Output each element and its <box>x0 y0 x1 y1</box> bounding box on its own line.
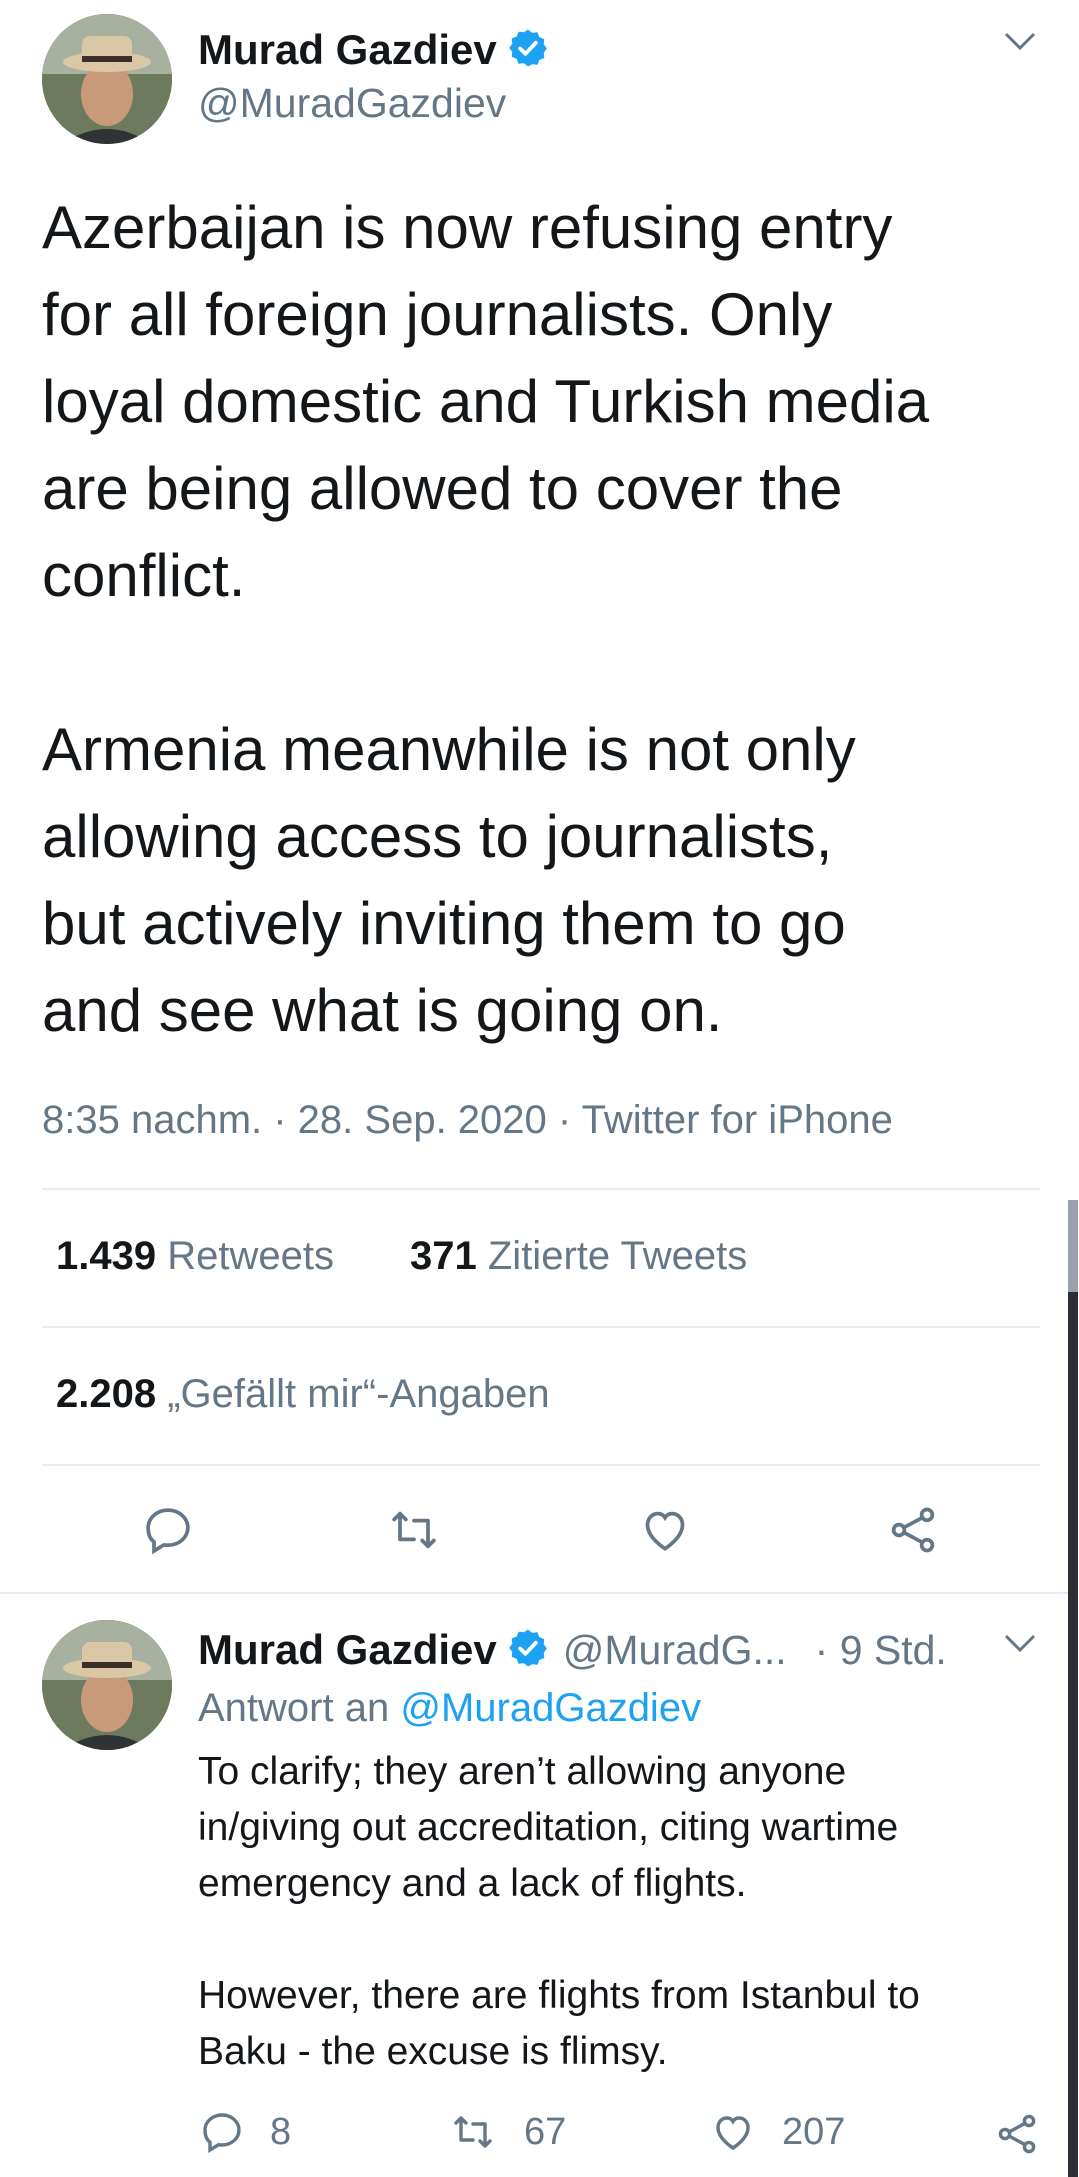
reply-text: To clarify; they aren’t allowing anyone … <box>198 1750 920 2073</box>
share-icon <box>998 2114 1036 2154</box>
quotes-stat[interactable]: 371 Zitierte Tweets <box>410 1234 747 1279</box>
divider <box>0 1592 1068 1594</box>
like-button[interactable] <box>636 1502 694 1563</box>
reply-icon <box>203 2113 241 2154</box>
divider <box>42 1188 1040 1190</box>
verified-badge-icon <box>507 27 549 74</box>
likes-stat[interactable]: 2.208 „Gefällt mir“-Angaben <box>56 1372 550 1417</box>
reply-button[interactable] <box>140 1502 196 1563</box>
chevron-down-icon[interactable] <box>1000 1626 1040 1665</box>
author-name[interactable]: Murad Gazdiev <box>198 26 497 74</box>
tweet-timestamp[interactable]: 8:35 nachm. · 28. Sep. 2020 · Twitter fo… <box>42 1098 893 1143</box>
retweet-icon <box>454 2116 492 2148</box>
reply-like-button[interactable]: 207 <box>708 2108 845 2156</box>
reply-author-name[interactable]: Murad Gazdiev <box>198 1626 497 1674</box>
likes-label: „Gefällt mir“-Angaben <box>167 1372 550 1416</box>
like-icon <box>645 1511 685 1551</box>
reply-retweet-button[interactable]: 67 <box>446 2108 566 2156</box>
retweets-stat[interactable]: 1.439 Retweets <box>56 1234 334 1279</box>
reply-to-line: Antwort an @MuradGazdiev <box>198 1686 701 1731</box>
author-avatar[interactable] <box>42 14 172 144</box>
divider <box>42 1326 1040 1328</box>
reply-author-avatar[interactable] <box>42 1620 172 1750</box>
reply-to-handle-link[interactable]: @MuradGazdiev <box>400 1686 701 1730</box>
reply-count: 8 <box>270 2110 292 2153</box>
verified-badge-icon <box>507 1627 549 1674</box>
reply-author-handle[interactable]: @MuradG... <box>563 1627 787 1674</box>
reply-to-prefix: Antwort an <box>198 1686 390 1730</box>
divider <box>42 1464 1040 1466</box>
reply-share-button[interactable] <box>992 2110 1042 2163</box>
share-icon <box>891 1507 935 1553</box>
retweet-button[interactable] <box>384 1502 444 1563</box>
tweet-text: Azerbaijan is now refusing entry for all… <box>42 194 930 1044</box>
scrollbar-thumb[interactable] <box>1068 1200 1078 1292</box>
share-button[interactable] <box>884 1502 942 1563</box>
retweet-count: 67 <box>524 2110 567 2153</box>
retweets-label: Retweets <box>167 1234 334 1278</box>
reply-icon <box>146 1508 190 1555</box>
like-icon <box>716 2116 750 2150</box>
reply-time[interactable]: · 9 Std. <box>815 1627 947 1674</box>
like-count: 207 <box>782 2110 846 2153</box>
chevron-down-icon[interactable] <box>1000 24 1040 63</box>
retweets-count: 1.439 <box>56 1234 157 1278</box>
likes-count: 2.208 <box>56 1372 157 1416</box>
scrollbar-track[interactable] <box>1068 1200 1078 2177</box>
quotes-label: Zitierte Tweets <box>487 1234 748 1278</box>
reply-reply-button[interactable]: 8 <box>198 2108 291 2156</box>
author-handle[interactable]: @MuradGazdiev <box>198 80 506 127</box>
quotes-count: 371 <box>410 1234 477 1278</box>
retweet-icon <box>392 1511 436 1549</box>
